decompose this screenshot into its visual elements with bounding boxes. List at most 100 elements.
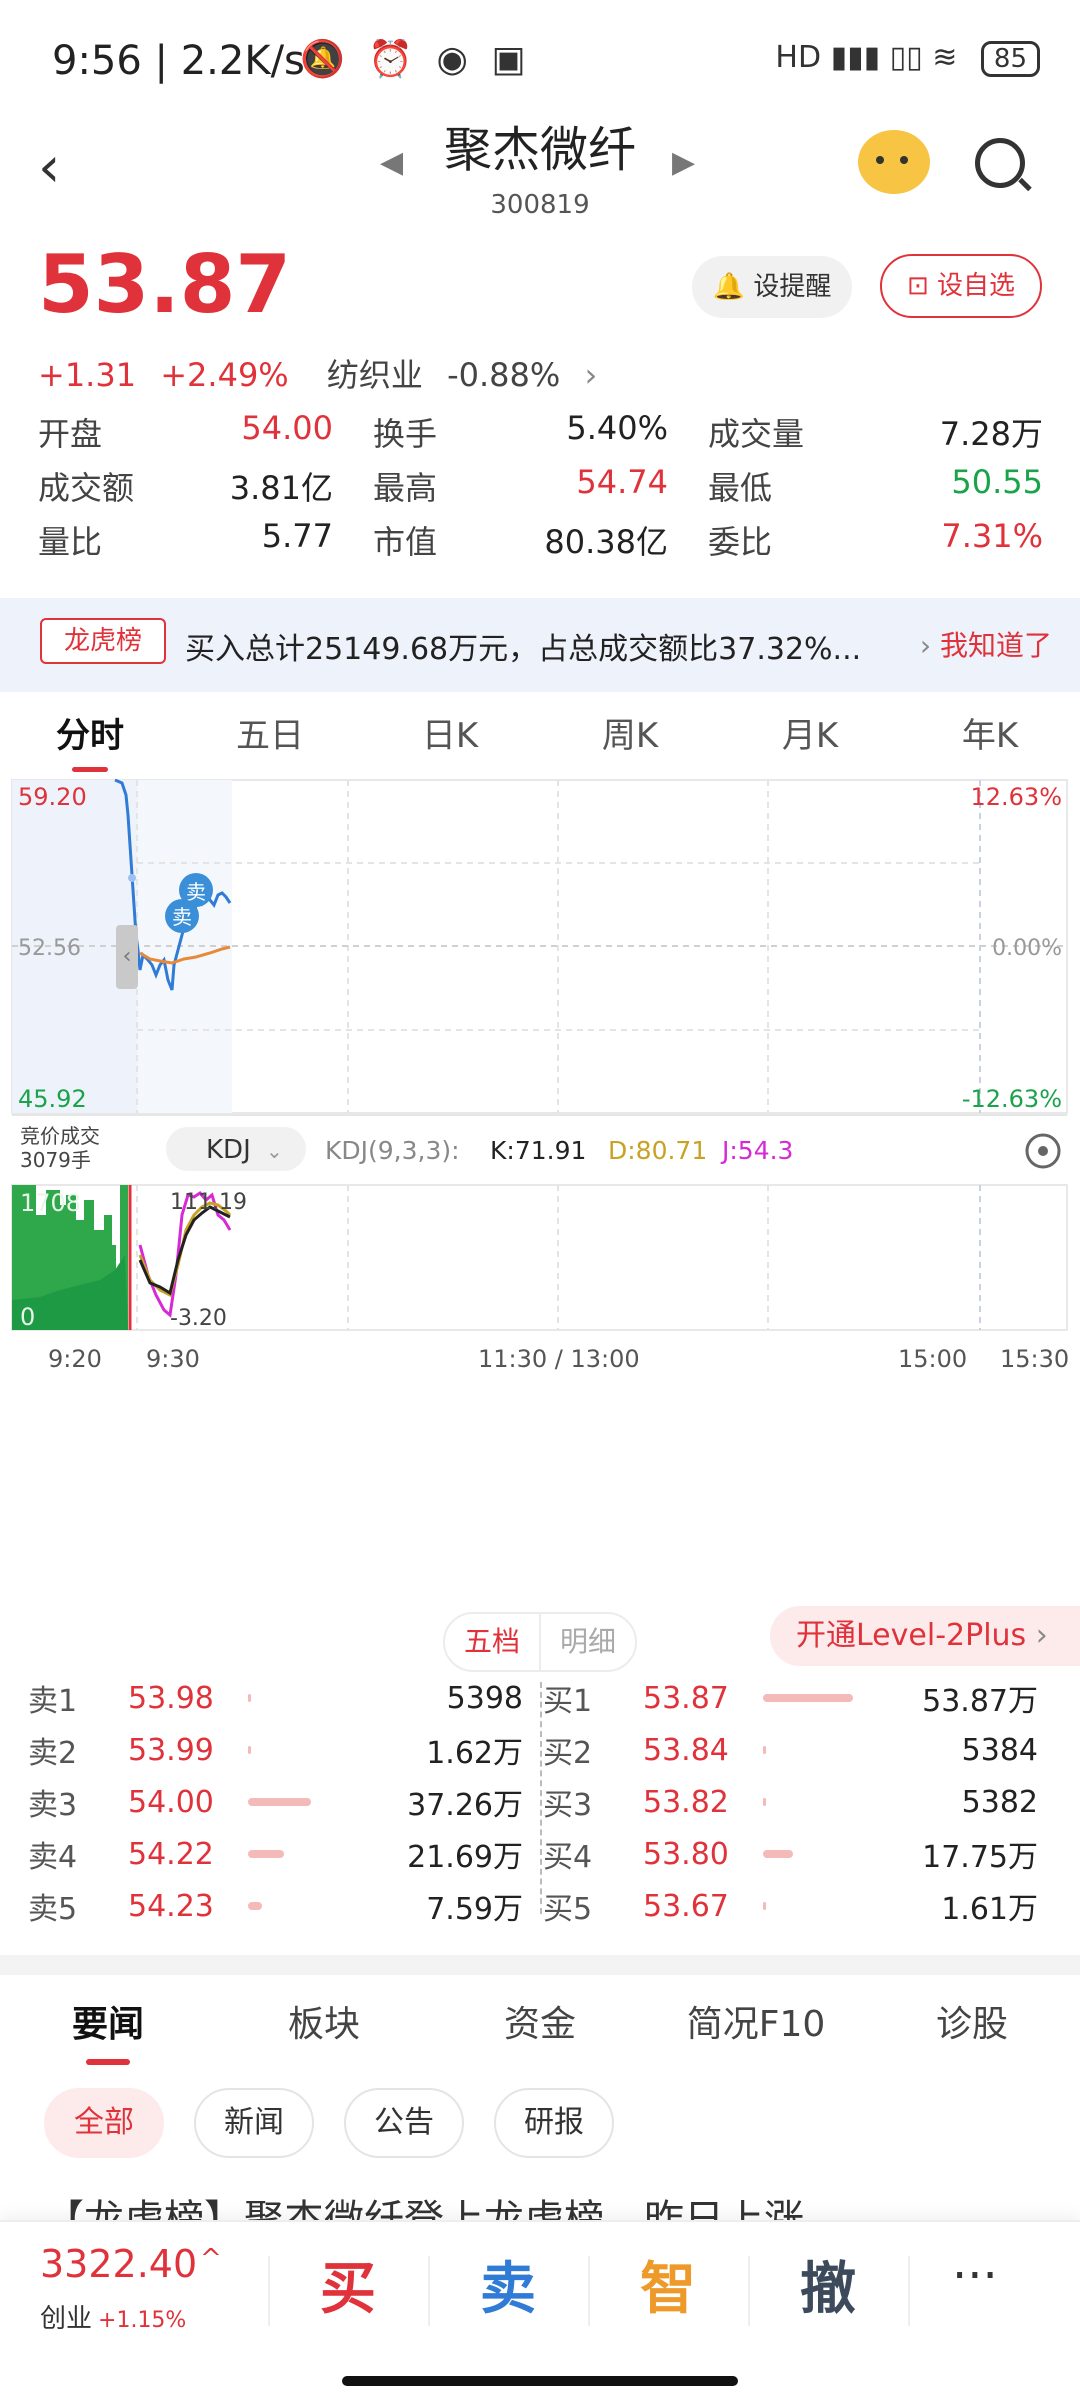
status-icons: 🔕 ⏰ ◉ ▣ [300,39,532,80]
stat-label: 成交量 [708,415,805,453]
order-volume: 17.75万 [922,1840,1038,1875]
stat-cell: 委比 7.31% [708,517,1043,563]
news-tab[interactable]: 要闻 [0,1985,216,2065]
volume-bar [763,1850,853,1858]
news-filter-chip[interactable]: 公告 [344,2088,464,2158]
vol-min-label: 0 [20,1303,35,1331]
ask-level[interactable]: 卖5 54.23 7.59万 [28,1884,543,1928]
news-filter-chip[interactable]: 研报 [494,2088,614,2158]
change-row: +1.31 +2.49% 纺织业 -0.88% › [38,350,625,396]
status-bar: 9:56 | 2.2K/s 🔕 ⏰ ◉ ▣ HD ▮▮▮ ▯▯ ≋ 85 [0,0,1080,110]
tab-details[interactable]: 明细 [541,1614,635,1670]
ask-level[interactable]: 卖4 54.22 21.69万 [28,1832,543,1876]
cancel-order-button[interactable]: 撤 [748,2248,908,2332]
stat-value: 5.77 [261,517,333,555]
order-volume: 1.61万 [941,1892,1038,1927]
ask-level[interactable]: 卖2 53.99 1.62万 [28,1728,543,1772]
order-label: 卖2 [28,1736,78,1771]
news-tab[interactable]: 诊股 [864,1985,1080,2065]
chevron-down-icon: ⌄ [266,1139,283,1163]
order-price: 53.99 [128,1732,214,1768]
order-price: 53.98 [128,1680,214,1716]
auction-label: 竞价成交 [20,1124,100,1148]
smart-button[interactable]: 智 [588,2248,748,2332]
banner-tag: 龙虎榜 [40,618,166,664]
order-volume: 7.59万 [426,1892,523,1927]
dismiss-banner-button[interactable]: › 我知道了 [920,624,1052,664]
order-book-divider [540,1682,542,1914]
stat-value: 80.38亿 [544,523,668,561]
kdj-max-label: 111.19 [170,1190,247,1215]
volume-bar [248,1694,338,1702]
volume-bar [763,1694,853,1702]
chart-tab[interactable]: 分时 [0,700,180,772]
battery-icon: 85 [980,41,1040,77]
order-volume: 37.26万 [407,1788,523,1823]
add-watchlist-button[interactable]: ⊡ 设自选 [880,254,1042,318]
price-change: +1.31 [38,356,137,394]
chart-tab[interactable]: 月K [720,700,900,772]
bid-level[interactable]: 买5 53.67 1.61万 [543,1884,1058,1928]
sell-button[interactable]: 卖 [428,2248,588,2332]
level2-upgrade-button[interactable]: 开通Level-2Plus › [770,1606,1080,1666]
stat-row: 成交额 3.81亿 最高 54.74 最低 50.55 [38,459,1043,513]
order-book-row: 卖5 54.23 7.59万 买5 53.67 1.61万 [28,1880,1058,1932]
order-price: 53.80 [643,1836,729,1872]
ask-level[interactable]: 卖1 53.98 5398 [28,1676,543,1720]
kdj-min-label: -3.20 [170,1306,227,1331]
order-label: 卖1 [28,1684,78,1719]
bid-level[interactable]: 买3 53.82 5382 [543,1780,1058,1824]
pct-min-label: -12.63% [962,1085,1062,1113]
bid-level[interactable]: 买4 53.80 17.75万 [543,1832,1058,1876]
news-tab[interactable]: 板块 [216,1985,432,2065]
tab-five-levels[interactable]: 五档 [445,1614,541,1670]
order-price: 53.87 [643,1680,729,1716]
news-filter-chip[interactable]: 新闻 [194,2088,314,2158]
price-change-pct: +2.49% [160,356,289,394]
set-reminder-button[interactable]: 🔔 设提醒 [692,256,852,318]
index-value[interactable]: 3322.40 [40,2242,197,2286]
x-label-920: 9:20 [48,1345,102,1373]
stat-label: 成交额 [38,469,135,507]
dragon-tiger-banner[interactable]: 龙虎榜 买入总计25149.68万元，占总成交额比37.32%... › 我知道… [0,598,1080,692]
chart-tab[interactable]: 日K [360,700,540,772]
chart-tab[interactable]: 年K [900,700,1080,772]
volume-bar [763,1798,853,1806]
next-stock-icon[interactable]: ▶ [672,145,695,180]
news-tab[interactable]: 简况F10 [648,1985,864,2065]
signal-icon: HD [775,40,822,75]
stat-row: 量比 5.77 市值 80.38亿 委比 7.31% [38,513,1043,567]
bid-level[interactable]: 买1 53.87 53.87万 [543,1676,1058,1720]
order-book-row: 卖1 53.98 5398 买1 53.87 53.87万 [28,1672,1058,1724]
order-price: 53.82 [643,1784,729,1820]
news-tab[interactable]: 资金 [432,1985,648,2065]
order-label: 卖4 [28,1840,78,1875]
volume-bar [763,1902,853,1910]
back-icon[interactable]: ‹ [38,135,88,200]
stat-value: 54.00 [241,409,333,447]
more-icon[interactable]: ··· [952,2248,998,2304]
buy-button[interactable]: 买 [268,2248,428,2332]
bid-level[interactable]: 买2 53.84 5384 [543,1728,1058,1772]
home-indicator[interactable] [342,2376,738,2386]
stat-cell: 市值 80.38亿 [373,517,708,563]
bell-icon: 🔔 [712,272,746,302]
status-right: HD ▮▮▮ ▯▯ ≋ 85 [775,40,1040,77]
order-volume: 21.69万 [407,1840,523,1875]
chart-tab[interactable]: 周K [540,700,720,772]
order-label: 卖5 [28,1892,78,1927]
ask-level[interactable]: 卖3 54.00 37.26万 [28,1780,543,1824]
mascot-icon[interactable] [858,130,930,194]
order-price: 54.22 [128,1836,214,1872]
stat-cell: 最低 50.55 [708,463,1043,509]
news-headline[interactable]: 【龙虎榜】聚杰微纤登上龙虎榜，昨日上涨 [44,2192,1044,2220]
chart-tabs: 分时 五日 日K 周K 月K 年K [0,700,1080,772]
chart-tab[interactable]: 五日 [180,700,360,772]
news-filter-chip[interactable]: 全部 [44,2088,164,2158]
intraday-chart[interactable]: 卖 卖 ‹ 59.20 52.56 45.92 12.63% 0.00% -12… [0,775,1080,1595]
industry-link[interactable]: 纺织业 -0.88% › [327,356,611,394]
search-icon[interactable] [975,138,1025,188]
order-volume: 5398 [446,1680,523,1716]
index-up-icon: ^ [200,2244,222,2274]
volume-bar [248,1902,338,1910]
